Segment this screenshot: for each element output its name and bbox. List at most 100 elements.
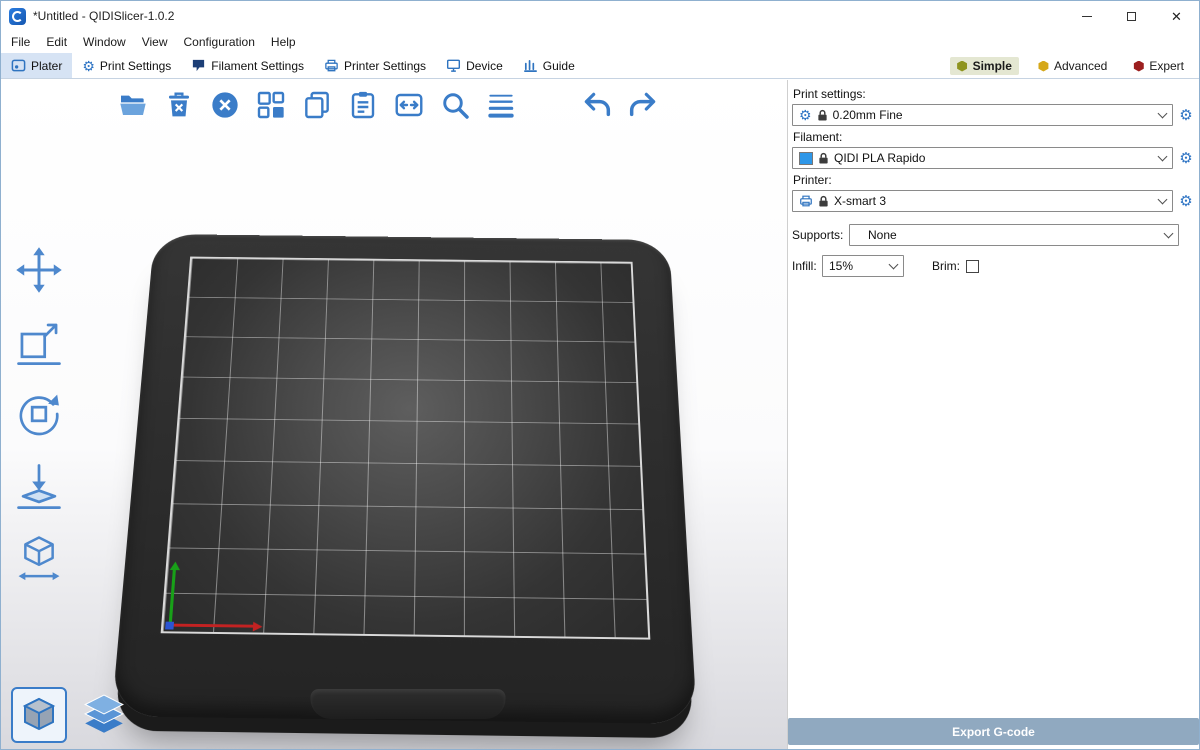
3d-view-button[interactable]: [11, 687, 67, 743]
guide-icon: [523, 58, 538, 73]
tab-guide[interactable]: Guide: [513, 53, 585, 78]
mode-expert[interactable]: Expert: [1126, 57, 1191, 75]
print-settings-value: 0.20mm Fine: [833, 108, 903, 122]
export-gcode-button[interactable]: Export G-code: [788, 718, 1199, 745]
menu-help[interactable]: Help: [263, 35, 304, 49]
view-switch: [11, 687, 127, 743]
delete-all-button[interactable]: [205, 85, 245, 125]
chevron-down-icon: [1158, 151, 1168, 161]
undo-button[interactable]: [577, 85, 617, 125]
print-settings-gear-button[interactable]: ⚙: [1177, 108, 1195, 123]
tab-label: Plater: [31, 59, 62, 73]
split-icon: [393, 89, 425, 121]
search-button[interactable]: [435, 85, 475, 125]
mode-simple[interactable]: Simple: [950, 57, 1019, 75]
printer-settings-icon: [324, 58, 339, 73]
plater-icon: [11, 58, 26, 73]
paste-button[interactable]: [343, 85, 383, 125]
tab-label: Printer Settings: [344, 59, 426, 73]
x-axis-indicator: [168, 624, 258, 628]
print-settings-label: Print settings:: [793, 87, 1195, 101]
delete-all-icon: [209, 89, 241, 121]
filament-gear-button[interactable]: ⚙: [1177, 151, 1195, 166]
supports-label: Supports:: [792, 228, 849, 242]
qidislicer-window: *Untitled - QIDISlicer-1.0.2 ✕ File Edit…: [0, 0, 1200, 750]
mode-label: Advanced: [1054, 59, 1107, 73]
menu-window[interactable]: Window: [75, 35, 134, 49]
tab-plater[interactable]: Plater: [1, 53, 72, 78]
infill-value: 15%: [829, 259, 853, 273]
tab-device[interactable]: Device: [436, 53, 513, 78]
arrange-button[interactable]: [251, 85, 291, 125]
tab-label: Device: [466, 59, 503, 73]
y-axis-indicator: [168, 565, 176, 626]
scale-icon: [14, 317, 64, 367]
build-plate-grid: [161, 257, 651, 640]
minimize-icon: [1082, 16, 1092, 17]
measure-tool-button[interactable]: [14, 533, 64, 583]
mode-selector: Simple Advanced Expert: [950, 53, 1191, 79]
print-settings-combo[interactable]: ⚙ 0.20mm Fine: [792, 104, 1173, 126]
lock-icon: [818, 195, 829, 208]
chevron-down-icon: [889, 259, 899, 269]
printer-value: X-smart 3: [834, 194, 886, 208]
content-area: Print settings: ⚙ 0.20mm Fine ⚙ Filament…: [1, 80, 1199, 749]
supports-combo[interactable]: None: [849, 224, 1179, 246]
app-logo-icon: [9, 8, 26, 25]
tab-label: Filament Settings: [211, 59, 304, 73]
filament-color-swatch: [799, 152, 813, 165]
maximize-icon: [1127, 12, 1136, 21]
scale-tool-button[interactable]: [14, 317, 64, 367]
search-icon: [439, 89, 471, 121]
infill-combo[interactable]: 15%: [822, 255, 904, 277]
paste-icon: [347, 89, 379, 121]
maximize-button[interactable]: [1109, 1, 1154, 31]
expert-mode-icon: [1133, 61, 1144, 72]
window-controls: ✕: [1064, 1, 1199, 31]
rotate-tool-button[interactable]: [14, 389, 64, 439]
minimize-button[interactable]: [1064, 1, 1109, 31]
split-button[interactable]: [389, 85, 429, 125]
tab-print-settings[interactable]: ⚙ Print Settings: [72, 53, 181, 78]
place-on-face-icon: [14, 461, 64, 511]
close-icon: ✕: [1171, 10, 1182, 23]
menu-edit[interactable]: Edit: [38, 35, 75, 49]
open-button[interactable]: [113, 85, 153, 125]
brim-checkbox[interactable]: [966, 260, 979, 273]
tab-filament-settings[interactable]: Filament Settings: [181, 53, 314, 78]
delete-button[interactable]: [159, 85, 199, 125]
layers-view-button[interactable]: [81, 693, 127, 739]
3d-viewport[interactable]: [1, 80, 787, 749]
move-tool-button[interactable]: [14, 245, 64, 295]
close-button[interactable]: ✕: [1154, 1, 1199, 31]
layers-view-icon: [81, 693, 127, 739]
left-toolbar: [9, 245, 69, 583]
printer-gear-button[interactable]: ⚙: [1177, 194, 1195, 209]
lock-icon: [818, 152, 829, 165]
lock-icon: [817, 109, 828, 122]
tab-label: Guide: [543, 59, 575, 73]
copy-button[interactable]: [297, 85, 337, 125]
trash-icon: [163, 89, 195, 121]
z-axis-origin-indicator: [165, 622, 174, 630]
menu-file[interactable]: File: [3, 35, 38, 49]
variable-layer-height-button[interactable]: [481, 85, 521, 125]
rotate-icon: [14, 389, 64, 439]
tab-printer-settings[interactable]: Printer Settings: [314, 53, 436, 78]
viewport-toolbar: [113, 85, 669, 125]
chevron-down-icon: [1164, 228, 1174, 238]
menu-configuration[interactable]: Configuration: [176, 35, 263, 49]
tab-label: Print Settings: [100, 59, 171, 73]
place-on-face-tool-button[interactable]: [14, 461, 64, 511]
redo-button[interactable]: [623, 85, 663, 125]
simple-mode-icon: [957, 61, 968, 72]
chevron-down-icon: [1158, 194, 1168, 204]
filament-combo[interactable]: QIDI PLA Rapido: [792, 147, 1173, 169]
mode-advanced[interactable]: Advanced: [1031, 57, 1114, 75]
print-bed-scene: [134, 193, 682, 733]
move-icon: [14, 245, 64, 295]
printer-combo[interactable]: X-smart 3: [792, 190, 1173, 212]
print-bed: [111, 234, 697, 724]
menu-view[interactable]: View: [134, 35, 176, 49]
3d-view-icon: [17, 693, 61, 737]
